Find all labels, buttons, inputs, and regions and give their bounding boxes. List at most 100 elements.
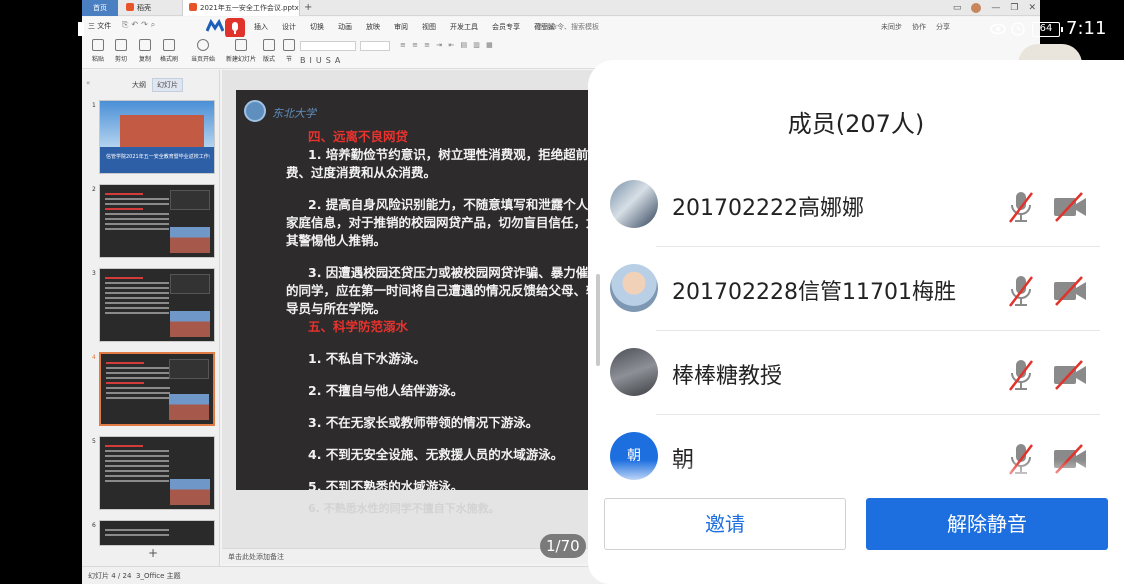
layout-button[interactable]: 版式 — [260, 39, 278, 63]
play-from-current-button[interactable]: 当页开始 — [186, 39, 220, 63]
text-format-buttons[interactable]: BIUSA — [300, 56, 344, 65]
menu-insert[interactable]: 插入 — [254, 22, 268, 32]
section-icon — [283, 39, 295, 51]
font-family-select[interactable] — [300, 41, 356, 51]
copy-button[interactable]: 复制 — [134, 39, 156, 63]
microphone-recording-icon[interactable] — [225, 18, 245, 38]
share-button[interactable]: 分享 — [936, 22, 950, 32]
page-counter: 1/70 — [540, 534, 586, 558]
command-search[interactable]: 查找命令、搜索模板 — [536, 22, 599, 32]
slide-thumbnail-6[interactable] — [99, 520, 215, 546]
slide-thumbnail-1[interactable]: 信管学院2021年五一安全教育暨毕业返校工作会议 — [99, 100, 215, 174]
avatar — [610, 180, 658, 228]
menu-transition[interactable]: 切换 — [310, 22, 324, 32]
unmute-button[interactable]: 解除静音 — [866, 498, 1108, 550]
add-slide-button[interactable]: + — [148, 546, 158, 560]
slide-number: 5 — [92, 438, 96, 445]
menu-developer[interactable]: 开发工具 — [450, 22, 478, 32]
theme-name: 3_Office 主题 — [136, 572, 181, 580]
paste-button[interactable]: 粘贴 — [88, 39, 108, 63]
menu-right: 未同步 协作 分享 — [881, 22, 950, 32]
slide-number: 2 — [92, 186, 96, 193]
slide-number: 3 — [92, 270, 96, 277]
brand-logo-icon — [206, 19, 224, 32]
member-name: 201702228信管11701梅胜 — [672, 280, 956, 305]
slide-overflow-line: 6. 不熟悉水性的同学不擅自下水施救。 — [308, 502, 500, 515]
screen: 首页 稻壳 2021年五一安全工作会议.pptx + ▭ — ❐ ✕ 三 文件 … — [0, 0, 1124, 584]
brush-icon — [163, 39, 175, 51]
invite-button[interactable]: 邀请 — [604, 498, 846, 550]
slide-thumbnail-4-selected[interactable] — [99, 352, 215, 426]
window-edge — [78, 22, 84, 36]
user-avatar[interactable] — [971, 3, 982, 13]
paragraph-format-buttons[interactable]: ≡ ≡ ≡ ⇥ ⇤ ▤ ▥ ▦ — [400, 41, 495, 49]
avatar — [610, 264, 658, 312]
new-slide-button[interactable]: 新建幻灯片 — [224, 39, 258, 63]
pptx-icon — [189, 3, 197, 11]
font-size-select[interactable] — [360, 41, 390, 51]
tab-template[interactable]: 稻壳 — [120, 0, 176, 16]
scissors-icon — [115, 39, 127, 51]
tab-slides[interactable]: 幻灯片 — [152, 78, 183, 92]
slide-thumbnail-5[interactable] — [99, 436, 215, 510]
members-title: 成员(207人) — [787, 110, 925, 138]
menu-review[interactable]: 审阅 — [394, 22, 408, 32]
tab-document[interactable]: 2021年五一安全工作会议.pptx — [182, 0, 300, 16]
menu-slideshow[interactable]: 放映 — [366, 22, 380, 32]
new-slide-icon — [235, 39, 247, 51]
list-fade — [588, 460, 1124, 488]
member-row[interactable]: 棒棒糖教授 — [588, 320, 1124, 415]
collapse-panel-icon[interactable]: « — [86, 79, 90, 87]
layout-label: 版式 — [262, 56, 275, 63]
copy-label: 复制 — [138, 56, 151, 63]
slide-thumbnail-2[interactable] — [99, 184, 215, 258]
slide-number: 4 — [92, 354, 96, 361]
mic-muted-icon[interactable] — [1008, 274, 1034, 308]
new-tab-button[interactable]: + — [304, 0, 312, 16]
slide-position: 幻灯片 4 / 24 — [88, 572, 132, 580]
quick-access-icons[interactable]: ⎘↶↷⌕ — [122, 20, 158, 30]
camera-off-icon[interactable] — [1052, 276, 1088, 306]
mic-muted-icon[interactable] — [1008, 358, 1034, 392]
tab-outline[interactable]: 大纲 — [132, 80, 146, 90]
cut-button[interactable]: 剪切 — [110, 39, 132, 63]
section-label: 节 — [285, 56, 292, 63]
sync-status[interactable]: 未同步 — [881, 22, 902, 32]
collaborate-button[interactable]: 协作 — [912, 22, 926, 32]
slide-number: 6 — [92, 522, 96, 529]
layout-icon[interactable]: ▭ — [953, 3, 962, 13]
camera-off-icon[interactable] — [1052, 360, 1088, 390]
slide-thumbnail-3[interactable] — [99, 268, 215, 342]
university-name: 东北大学 — [272, 107, 316, 120]
restore-button[interactable]: ❐ — [1010, 3, 1018, 13]
menu-animation[interactable]: 动画 — [338, 22, 352, 32]
minimize-button[interactable]: — — [991, 3, 1000, 13]
play-from-label: 当页开始 — [190, 56, 215, 63]
panel-tabs: « 大纲 幻灯片 — [82, 78, 220, 92]
notes-placeholder: 单击此处添加备注 — [228, 553, 284, 561]
member-name: 棒棒糖教授 — [672, 364, 783, 389]
mic-muted-icon[interactable] — [1008, 190, 1034, 224]
camera-off-icon[interactable] — [1052, 192, 1088, 222]
cover-caption: 信管学院2021年五一安全教育暨毕业返校工作会议 — [106, 154, 210, 160]
battery-level: 64 — [1032, 22, 1063, 37]
format-painter-button[interactable]: 格式刷 — [158, 39, 180, 63]
alarm-icon — [1011, 22, 1025, 36]
cut-label: 剪切 — [114, 56, 127, 63]
tab-document-label: 2021年五一安全工作会议.pptx — [200, 4, 299, 12]
clock: 7:11 — [1066, 18, 1107, 39]
format-painter-label: 格式刷 — [159, 56, 178, 63]
section-button[interactable]: 节 — [280, 39, 298, 63]
menu-view[interactable]: 视图 — [422, 22, 436, 32]
file-menu[interactable]: 三 文件 — [88, 21, 111, 31]
member-row[interactable]: 201702228信管11701梅胜 — [588, 236, 1124, 331]
menu-design[interactable]: 设计 — [282, 22, 296, 32]
play-icon — [197, 39, 209, 51]
tab-home[interactable]: 首页 — [82, 0, 118, 16]
member-row[interactable]: 201702222高娜娜 — [588, 152, 1124, 247]
slide-number: 1 — [92, 102, 96, 109]
app-tab-bar: 首页 稻壳 2021年五一安全工作会议.pptx + ▭ — ❐ ✕ — [82, 0, 1040, 16]
paste-icon — [92, 39, 104, 51]
menu-member[interactable]: 会员专享 — [492, 22, 520, 32]
close-button[interactable]: ✕ — [1028, 3, 1036, 13]
